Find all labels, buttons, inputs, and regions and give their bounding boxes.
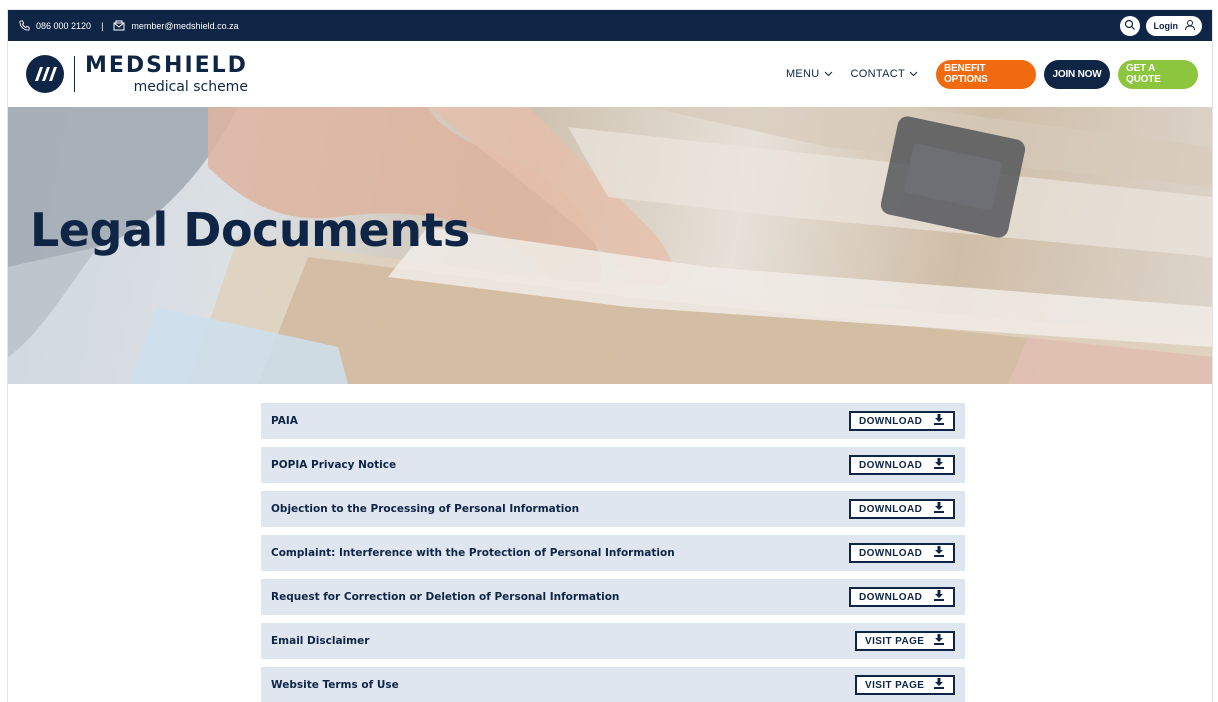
login-button[interactable]: Login — [1145, 15, 1202, 36]
document-action-label: DOWNLOAD — [859, 591, 923, 603]
email-link[interactable]: member@medshield.co.za — [131, 21, 238, 31]
user-icon — [1184, 19, 1196, 33]
visit-page-button[interactable]: VISIT PAGE — [855, 675, 955, 695]
chevron-down-icon — [824, 68, 833, 80]
nav-contact[interactable]: CONTACT — [851, 68, 918, 80]
document-title: Request for Correction or Deletion of Pe… — [271, 591, 620, 603]
search-button[interactable] — [1119, 15, 1140, 36]
topbar-separator: | — [101, 20, 104, 31]
download-icon — [933, 634, 945, 648]
search-icon — [1124, 19, 1136, 33]
visit-page-button[interactable]: VISIT PAGE — [855, 631, 955, 651]
logo-name: MEDSHIELD — [85, 52, 248, 78]
get-a-quote-button[interactable]: GET A QUOTE — [1118, 59, 1198, 89]
document-row: PAIA DOWNLOAD — [261, 403, 965, 439]
document-title: Complaint: Interference with the Protect… — [271, 547, 675, 559]
download-icon — [933, 678, 945, 692]
nav-menu[interactable]: MENU — [786, 68, 833, 80]
document-title: Email Disclaimer — [271, 635, 370, 647]
document-action-label: DOWNLOAD — [859, 547, 923, 559]
download-button[interactable]: DOWNLOAD — [849, 499, 955, 519]
download-icon — [933, 502, 945, 516]
download-icon — [933, 414, 945, 428]
document-row: POPIA Privacy Notice DOWNLOAD — [261, 447, 965, 483]
document-action-label: DOWNLOAD — [859, 503, 923, 515]
nav-contact-label: CONTACT — [850, 68, 905, 80]
download-icon — [933, 458, 945, 472]
logo-subtitle: medical scheme — [133, 78, 248, 95]
nav-menu-label: MENU — [785, 68, 820, 80]
documents-list: PAIA DOWNLOAD POPIA Privacy Notice DOWNLOAD… — [261, 403, 965, 702]
download-button[interactable]: DOWNLOAD — [849, 455, 955, 475]
page-title: Legal Documents — [30, 203, 470, 257]
download-button[interactable]: DOWNLOAD — [849, 411, 955, 431]
document-action-label: VISIT PAGE — [865, 635, 925, 647]
document-row: Complaint: Interference with the Protect… — [261, 535, 965, 571]
email-icon — [113, 20, 125, 32]
document-action-label: VISIT PAGE — [865, 679, 925, 691]
document-row: Request for Correction or Deletion of Pe… — [261, 579, 965, 615]
topbar-actions: Login — [1119, 15, 1202, 36]
document-title: Objection to the Processing of Personal … — [271, 503, 580, 515]
utility-bar: 086 000 2120 | member@medshield.co.za Lo… — [8, 10, 1212, 41]
phone-icon — [18, 20, 30, 32]
benefit-options-button[interactable]: BENEFIT OPTIONS — [936, 59, 1036, 89]
document-action-label: DOWNLOAD — [859, 415, 923, 427]
main-nav: MENU CONTACT BENEFIT OPTIONS JOIN NOW GE… — [786, 59, 1198, 89]
download-button[interactable]: DOWNLOAD — [849, 587, 955, 607]
logo-mark-icon — [26, 55, 64, 93]
document-title: Website Terms of Use — [271, 679, 399, 691]
document-title: PAIA — [271, 415, 298, 427]
hero-banner: Legal Documents — [8, 107, 1212, 384]
phone-number-link[interactable]: 086 000 2120 — [36, 21, 91, 31]
logo-wordmark: MEDSHIELD medical scheme — [85, 52, 248, 95]
logo[interactable]: MEDSHIELD medical scheme — [26, 52, 248, 95]
document-row: Objection to the Processing of Personal … — [261, 491, 965, 527]
page-frame: 086 000 2120 | member@medshield.co.za Lo… — [8, 10, 1212, 702]
document-row: Email Disclaimer VISIT PAGE — [261, 623, 965, 659]
login-label: Login — [1153, 20, 1179, 31]
document-title: POPIA Privacy Notice — [271, 459, 397, 471]
site-header: MEDSHIELD medical scheme MENU CONTACT BE… — [8, 41, 1212, 107]
download-icon — [933, 546, 945, 560]
document-row: Website Terms of Use VISIT PAGE — [261, 667, 965, 702]
download-button[interactable]: DOWNLOAD — [849, 543, 955, 563]
download-icon — [933, 590, 945, 604]
chevron-down-icon — [909, 68, 918, 80]
logo-divider — [74, 56, 75, 92]
join-now-button[interactable]: JOIN NOW — [1044, 59, 1110, 89]
document-action-label: DOWNLOAD — [859, 459, 923, 471]
